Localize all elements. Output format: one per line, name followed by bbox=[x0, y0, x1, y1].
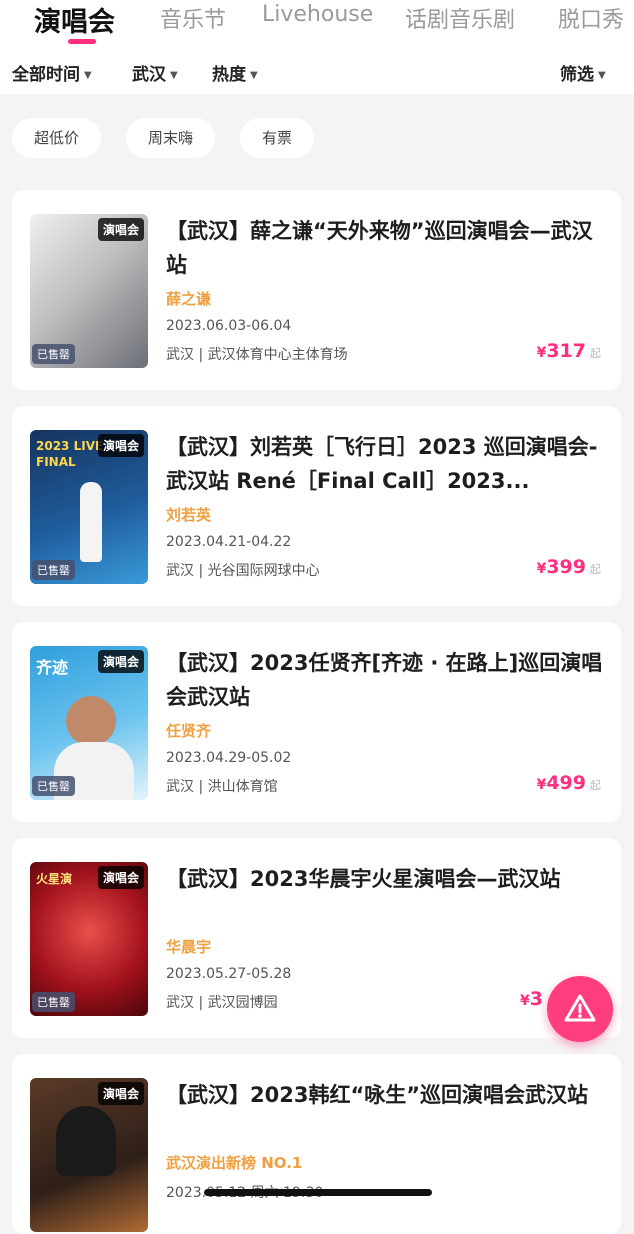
sold-out-badge: 已售罄 bbox=[32, 776, 75, 796]
report-fab-button[interactable] bbox=[547, 976, 613, 1042]
event-price: ¥317 起 bbox=[537, 340, 601, 362]
sort-filter[interactable]: 热度 ▼ bbox=[212, 60, 258, 85]
screen-filter-label: 筛选 bbox=[560, 65, 594, 85]
currency-symbol: ¥ bbox=[536, 345, 547, 361]
event-price: ¥399 起 bbox=[537, 556, 601, 578]
sold-out-badge: 已售罄 bbox=[32, 344, 75, 364]
event-card[interactable]: 演唱会 已售罄 【武汉】薛之谦“天外来物”巡回演唱会—武汉站 薛之谦 2023.… bbox=[12, 190, 621, 390]
price-suffix: 起 bbox=[590, 563, 601, 576]
event-card[interactable]: 火星演 演唱会 已售罄 【武汉】2023华晨宇火星演唱会—武汉站 华晨宇 202… bbox=[12, 838, 621, 1038]
caret-down-icon: ▼ bbox=[84, 69, 92, 81]
event-title: 【武汉】2023任贤齐[齐迹 · 在路上]巡回演唱会武汉站 bbox=[166, 651, 603, 709]
event-title: 【武汉】薛之谦“天外来物”巡回演唱会—武汉站 bbox=[166, 219, 593, 277]
event-title: 【武汉】2023华晨宇火星演唱会—武汉站 bbox=[166, 867, 561, 891]
poster-text: 2023 LIVE FINAL bbox=[36, 439, 104, 469]
event-artist: 薛之谦 bbox=[166, 290, 212, 308]
category-badge: 演唱会 bbox=[97, 434, 144, 457]
price-value: 317 bbox=[546, 340, 586, 362]
chip-weekend[interactable]: 周末嗨 bbox=[126, 118, 216, 158]
chip-tickets-available[interactable]: 有票 bbox=[240, 118, 315, 158]
filter-bar: 全部时间 ▼ 武汉 ▼ 热度 ▼ 筛选 ▼ bbox=[0, 48, 634, 94]
currency-symbol: ¥ bbox=[536, 561, 547, 577]
category-badge: 演唱会 bbox=[97, 650, 144, 673]
event-venue: 武汉 | 光谷国际网球中心 bbox=[166, 563, 320, 579]
tab-music-festival[interactable]: 音乐节 bbox=[160, 2, 226, 34]
poster-figure bbox=[80, 482, 102, 562]
event-artist: 刘若英 bbox=[166, 506, 212, 524]
event-venue: 武汉 | 武汉园博园 bbox=[166, 995, 278, 1011]
event-date: 2023.04.21-04.22 bbox=[166, 534, 292, 550]
active-tab-indicator bbox=[68, 39, 96, 44]
event-date: 2023.05.27-05.28 bbox=[166, 966, 292, 982]
tab-drama-musical[interactable]: 话剧音乐剧 bbox=[405, 2, 515, 34]
screen-filter[interactable]: 筛选 ▼ bbox=[560, 60, 606, 85]
category-tabs: 演唱会 音乐节 Livehouse 话剧音乐剧 脱口秀 bbox=[0, 0, 634, 48]
event-poster: 2023 LIVE FINAL 演唱会 已售罄 bbox=[30, 430, 148, 584]
poster-text: 齐迹 bbox=[36, 658, 69, 677]
caret-down-icon: ▼ bbox=[250, 69, 258, 81]
category-badge: 演唱会 bbox=[97, 866, 144, 889]
event-venue: 武汉 | 洪山体育馆 bbox=[166, 779, 278, 795]
poster-text: 火星演 bbox=[36, 872, 73, 886]
event-title: 【武汉】刘若英［飞行日］2023 巡回演唱会-武汉站 René［Final Ca… bbox=[166, 435, 598, 493]
chip-low-price[interactable]: 超低价 bbox=[12, 118, 102, 158]
poster-figure bbox=[56, 1106, 116, 1176]
time-filter[interactable]: 全部时间 ▼ bbox=[12, 60, 92, 85]
event-venue: 武汉 | 武汉体育中心主体育场 bbox=[166, 347, 348, 363]
price-suffix: 起 bbox=[590, 347, 601, 360]
event-poster: 演唱会 已售罄 bbox=[30, 214, 148, 368]
price-value: 399 bbox=[546, 556, 586, 578]
quick-filter-chips: 超低价 周末嗨 有票 bbox=[0, 94, 634, 186]
event-card[interactable]: 2023 LIVE FINAL 演唱会 已售罄 【武汉】刘若英［飞行日］2023… bbox=[12, 406, 621, 606]
sold-out-badge: 已售罄 bbox=[32, 560, 75, 580]
category-badge: 演唱会 bbox=[97, 218, 144, 241]
price-value: 3 bbox=[529, 988, 543, 1010]
category-badge: 演唱会 bbox=[97, 1082, 144, 1105]
event-price: ¥3 bbox=[520, 988, 543, 1010]
event-poster: 火星演 演唱会 已售罄 bbox=[30, 862, 148, 1016]
sort-filter-label: 热度 bbox=[212, 65, 246, 85]
home-indicator[interactable] bbox=[204, 1189, 432, 1196]
tab-livehouse[interactable]: Livehouse bbox=[262, 2, 373, 27]
event-artist: 武汉演出新榜 NO.1 bbox=[166, 1154, 303, 1172]
poster-figure bbox=[66, 696, 116, 746]
event-date: 2023.06.03-06.04 bbox=[166, 318, 292, 334]
caret-down-icon: ▼ bbox=[598, 69, 606, 81]
event-poster: 齐迹 演唱会 已售罄 bbox=[30, 646, 148, 800]
event-date: 2023.04.29-05.02 bbox=[166, 750, 292, 766]
tab-concert[interactable]: 演唱会 bbox=[34, 0, 115, 39]
price-value: 499 bbox=[546, 772, 586, 794]
time-filter-label: 全部时间 bbox=[12, 65, 80, 85]
tab-standup[interactable]: 脱口秀 bbox=[558, 2, 624, 34]
currency-symbol: ¥ bbox=[536, 777, 547, 793]
city-filter-label: 武汉 bbox=[132, 65, 166, 85]
event-poster: 演唱会 bbox=[30, 1078, 148, 1232]
currency-symbol: ¥ bbox=[520, 993, 530, 1009]
event-card[interactable]: 演唱会 【武汉】2023韩红“咏生”巡回演唱会武汉站 武汉演出新榜 NO.1 2… bbox=[12, 1054, 621, 1234]
alert-triangle-icon bbox=[564, 994, 596, 1022]
event-title: 【武汉】2023韩红“咏生”巡回演唱会武汉站 bbox=[166, 1083, 589, 1107]
event-price: ¥499 起 bbox=[537, 772, 601, 794]
price-suffix: 起 bbox=[590, 779, 601, 792]
event-artist: 任贤齐 bbox=[166, 722, 212, 740]
caret-down-icon: ▼ bbox=[170, 69, 178, 81]
event-artist: 华晨宇 bbox=[166, 938, 212, 956]
event-card[interactable]: 齐迹 演唱会 已售罄 【武汉】2023任贤齐[齐迹 · 在路上]巡回演唱会武汉站… bbox=[12, 622, 621, 822]
city-filter[interactable]: 武汉 ▼ bbox=[132, 60, 178, 85]
sold-out-badge: 已售罄 bbox=[32, 992, 75, 1012]
